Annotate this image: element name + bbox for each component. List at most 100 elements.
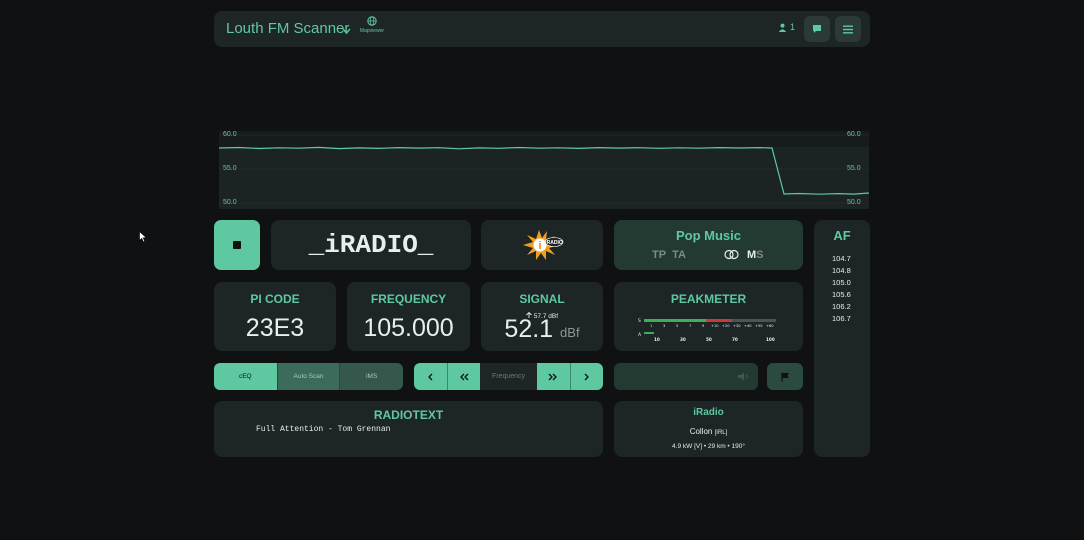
- users-count: 1: [790, 22, 796, 32]
- af-item[interactable]: 104.7: [832, 253, 870, 265]
- station-logo: i iRADIO: [481, 220, 603, 270]
- double-chevron-right-icon: [548, 373, 558, 380]
- signal-graph: 60.0 55.0 50.0 60.0 55.0 50.0: [218, 131, 870, 209]
- double-chevron-left-icon: [459, 373, 469, 380]
- axis-left-top: 60.0: [223, 131, 237, 138]
- frequency-panel: FREQUENCY 105.000: [347, 282, 470, 351]
- axis-left-mid: 55.0: [223, 165, 237, 172]
- frequency-value: 105.000: [363, 314, 454, 342]
- s-tick: +50: [755, 324, 763, 328]
- s-tick: 1: [650, 324, 652, 328]
- transmitter-name: iRadio: [693, 407, 724, 418]
- chat-icon: [813, 25, 821, 33]
- peakmeter-gauge: S 1 3 5 7 9 +10 +20 +30 +40 +50 +60 A 10…: [638, 318, 776, 342]
- a-tick: 100: [766, 337, 775, 342]
- auto-scan-button[interactable]: Auto Scan: [276, 363, 340, 390]
- pi-code-panel: PI CODE 23E3: [214, 282, 336, 351]
- signal-graph-plot: [218, 131, 870, 209]
- ceq-button[interactable]: cEQ: [214, 363, 277, 390]
- stereo-icon: [724, 249, 739, 260]
- s-scale: 1 3 5 7 9 +10 +20 +30 +40 +50 +60: [650, 324, 774, 328]
- top-bar: Louth FM Scanner Mapviewer 1: [214, 11, 870, 47]
- af-title: AF: [833, 228, 851, 243]
- flag-button[interactable]: [767, 363, 803, 390]
- signal-value-row: 52.1 dBf: [481, 315, 603, 344]
- peakmeter-s-label: S: [638, 318, 641, 324]
- chevron-left-icon: [428, 373, 433, 380]
- s-tick: +30: [733, 324, 741, 328]
- mouse-cursor-icon: [139, 231, 147, 243]
- transmitter-info: 4.9 kW [V] • 29 km • 190°: [672, 443, 745, 450]
- frequency-input[interactable]: [479, 372, 538, 381]
- s-tick: 7: [689, 324, 691, 328]
- ps-display: _iRADIO_: [271, 220, 471, 270]
- chevron-right-icon: [584, 373, 589, 380]
- svg-text:i: i: [538, 240, 541, 252]
- volume-icon: [738, 372, 748, 381]
- tune-down-button[interactable]: [414, 363, 447, 390]
- af-item[interactable]: 106.2: [832, 301, 870, 313]
- peakmeter-a-label: A: [638, 332, 642, 338]
- rds-flags: TP TA: [652, 249, 686, 261]
- radiotext-text: Full Attention - Tom Grennan: [256, 425, 391, 434]
- tune-up-button[interactable]: [569, 363, 603, 390]
- tp-flag: TP: [652, 249, 667, 261]
- ta-flag: TA: [672, 249, 686, 261]
- peakmeter-panel: PEAKMETER S 1 3 5 7 9 +10 +20 +30 +40 +5…: [614, 282, 803, 351]
- peakmeter-title: PEAKMETER: [670, 292, 747, 306]
- menu-button[interactable]: [835, 16, 861, 42]
- mapviewer-button[interactable]: Mapviewer: [358, 16, 386, 34]
- radiotext-title: RADIOTEXT: [373, 408, 444, 422]
- ims-button[interactable]: iMS: [339, 363, 403, 390]
- s-tick: 3: [663, 324, 665, 328]
- transmitter-panel: iRadio Collon [IRL] 4.9 kW [V] • 29 km •…: [614, 401, 803, 457]
- scanner-title[interactable]: Louth FM Scanner: [226, 20, 349, 37]
- tuning-group: [414, 363, 603, 390]
- transmitter-city: Collon: [689, 427, 713, 436]
- af-list: 104.7 104.8 105.0 105.6 106.2 106.7: [814, 253, 870, 325]
- signal-unit: dBf: [560, 325, 580, 340]
- s-tick: +40: [744, 324, 752, 328]
- logo-text: iRADIO: [545, 240, 563, 246]
- frequency-title: FREQUENCY: [370, 292, 447, 306]
- chat-button[interactable]: [804, 16, 830, 42]
- axis-right-mid: 55.0: [847, 165, 861, 172]
- seek-down-button[interactable]: [446, 363, 480, 390]
- pty-name: Pop Music: [675, 228, 741, 243]
- a-scale: 10 30 50 70 100: [654, 337, 775, 342]
- a-tick: 30: [680, 337, 686, 342]
- axis-left-bottom: 50.0: [223, 199, 237, 206]
- axis-right-top: 60.0: [847, 131, 861, 138]
- af-item[interactable]: 105.0: [832, 277, 870, 289]
- a-tick: 50: [706, 337, 712, 342]
- mapviewer-label: Mapviewer: [359, 28, 385, 34]
- s-tick: +10: [711, 324, 719, 328]
- chevron-down-icon[interactable]: [342, 22, 351, 40]
- af-panel: AF 104.7 104.8 105.0 105.6 106.2 106.7: [814, 220, 870, 457]
- pi-code-value: 23E3: [245, 314, 305, 342]
- volume-slider[interactable]: [614, 363, 758, 390]
- signal-value: 52.1: [504, 315, 554, 343]
- transmitter-city-row: Collon [IRL]: [614, 427, 803, 436]
- s-tick: 9: [702, 324, 705, 328]
- pty-panel: Pop Music TP TA MS: [614, 220, 803, 270]
- ms-flag: MS: [747, 249, 764, 261]
- flag-icon: [780, 372, 789, 381]
- play-stop-button[interactable]: [214, 220, 260, 270]
- s-tick: +60: [766, 324, 774, 328]
- af-item[interactable]: 106.7: [832, 313, 870, 325]
- globe-icon: [367, 16, 377, 26]
- a-tick: 70: [732, 337, 738, 342]
- s-tick: 5: [676, 324, 678, 328]
- af-item[interactable]: 105.6: [832, 289, 870, 301]
- a-tick: 10: [654, 337, 660, 342]
- seek-up-button[interactable]: [537, 363, 570, 390]
- transmitter-itu: [IRL]: [714, 430, 728, 436]
- menu-icon: [843, 25, 853, 33]
- af-item[interactable]: 104.8: [832, 265, 870, 277]
- stop-icon: [233, 241, 241, 249]
- users-online: 1: [778, 22, 795, 32]
- radiotext-panel: RADIOTEXT Full Attention - Tom Grennan: [214, 401, 603, 457]
- signal-panel: SIGNAL 57.7 dBf 52.1 dBf: [481, 282, 603, 351]
- pi-code-title: PI CODE: [250, 292, 300, 306]
